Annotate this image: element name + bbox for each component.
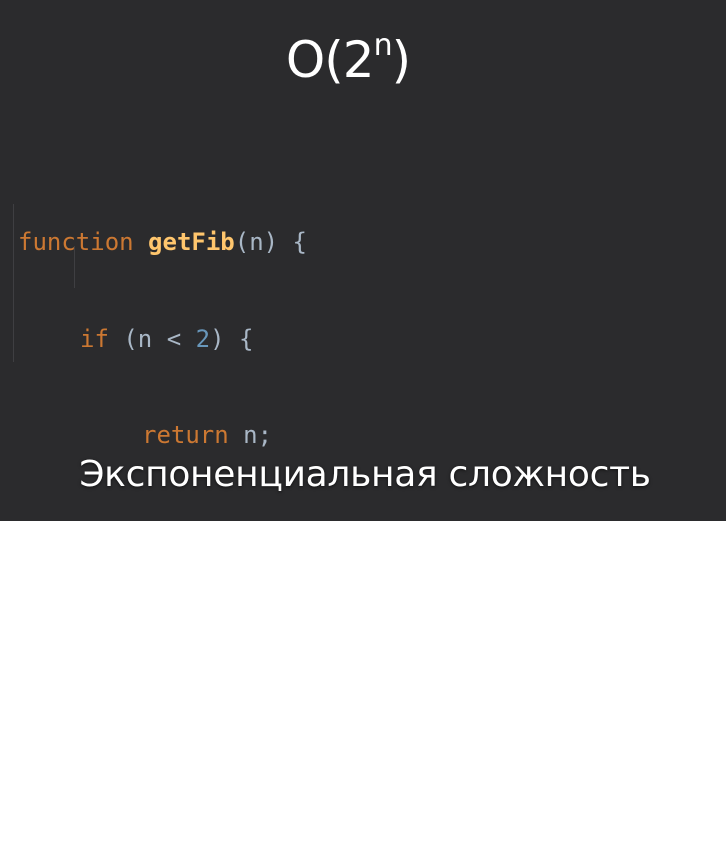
complexity-title: O(2n) bbox=[0, 30, 696, 90]
code-line-1: function getFib(n) { bbox=[18, 222, 674, 263]
code-text: (n < bbox=[108, 324, 196, 353]
function-name: getFib bbox=[148, 228, 235, 256]
title-close: ) bbox=[391, 31, 411, 89]
code-text: ) { bbox=[210, 324, 254, 353]
code-line-2: if (n < 2) { bbox=[18, 319, 674, 360]
keyword-function: function bbox=[18, 228, 134, 256]
subtitle-caption: Экспоненциальная сложность bbox=[79, 454, 651, 495]
title-exponent: n bbox=[373, 28, 393, 63]
title-base: O(2 bbox=[285, 31, 375, 89]
code-line-4: } bbox=[18, 512, 674, 522]
video-frame: O(2n) function getFib(n) { if (n < 2) { … bbox=[0, 0, 726, 521]
number-literal: 2 bbox=[195, 324, 211, 353]
closing-brace: } bbox=[80, 518, 94, 522]
code-text: (n) { bbox=[234, 228, 307, 256]
indent-guide-outer bbox=[13, 204, 14, 362]
keyword-if: if bbox=[80, 324, 109, 353]
keyword-return: return bbox=[142, 421, 229, 449]
code-text: n; bbox=[228, 421, 273, 449]
